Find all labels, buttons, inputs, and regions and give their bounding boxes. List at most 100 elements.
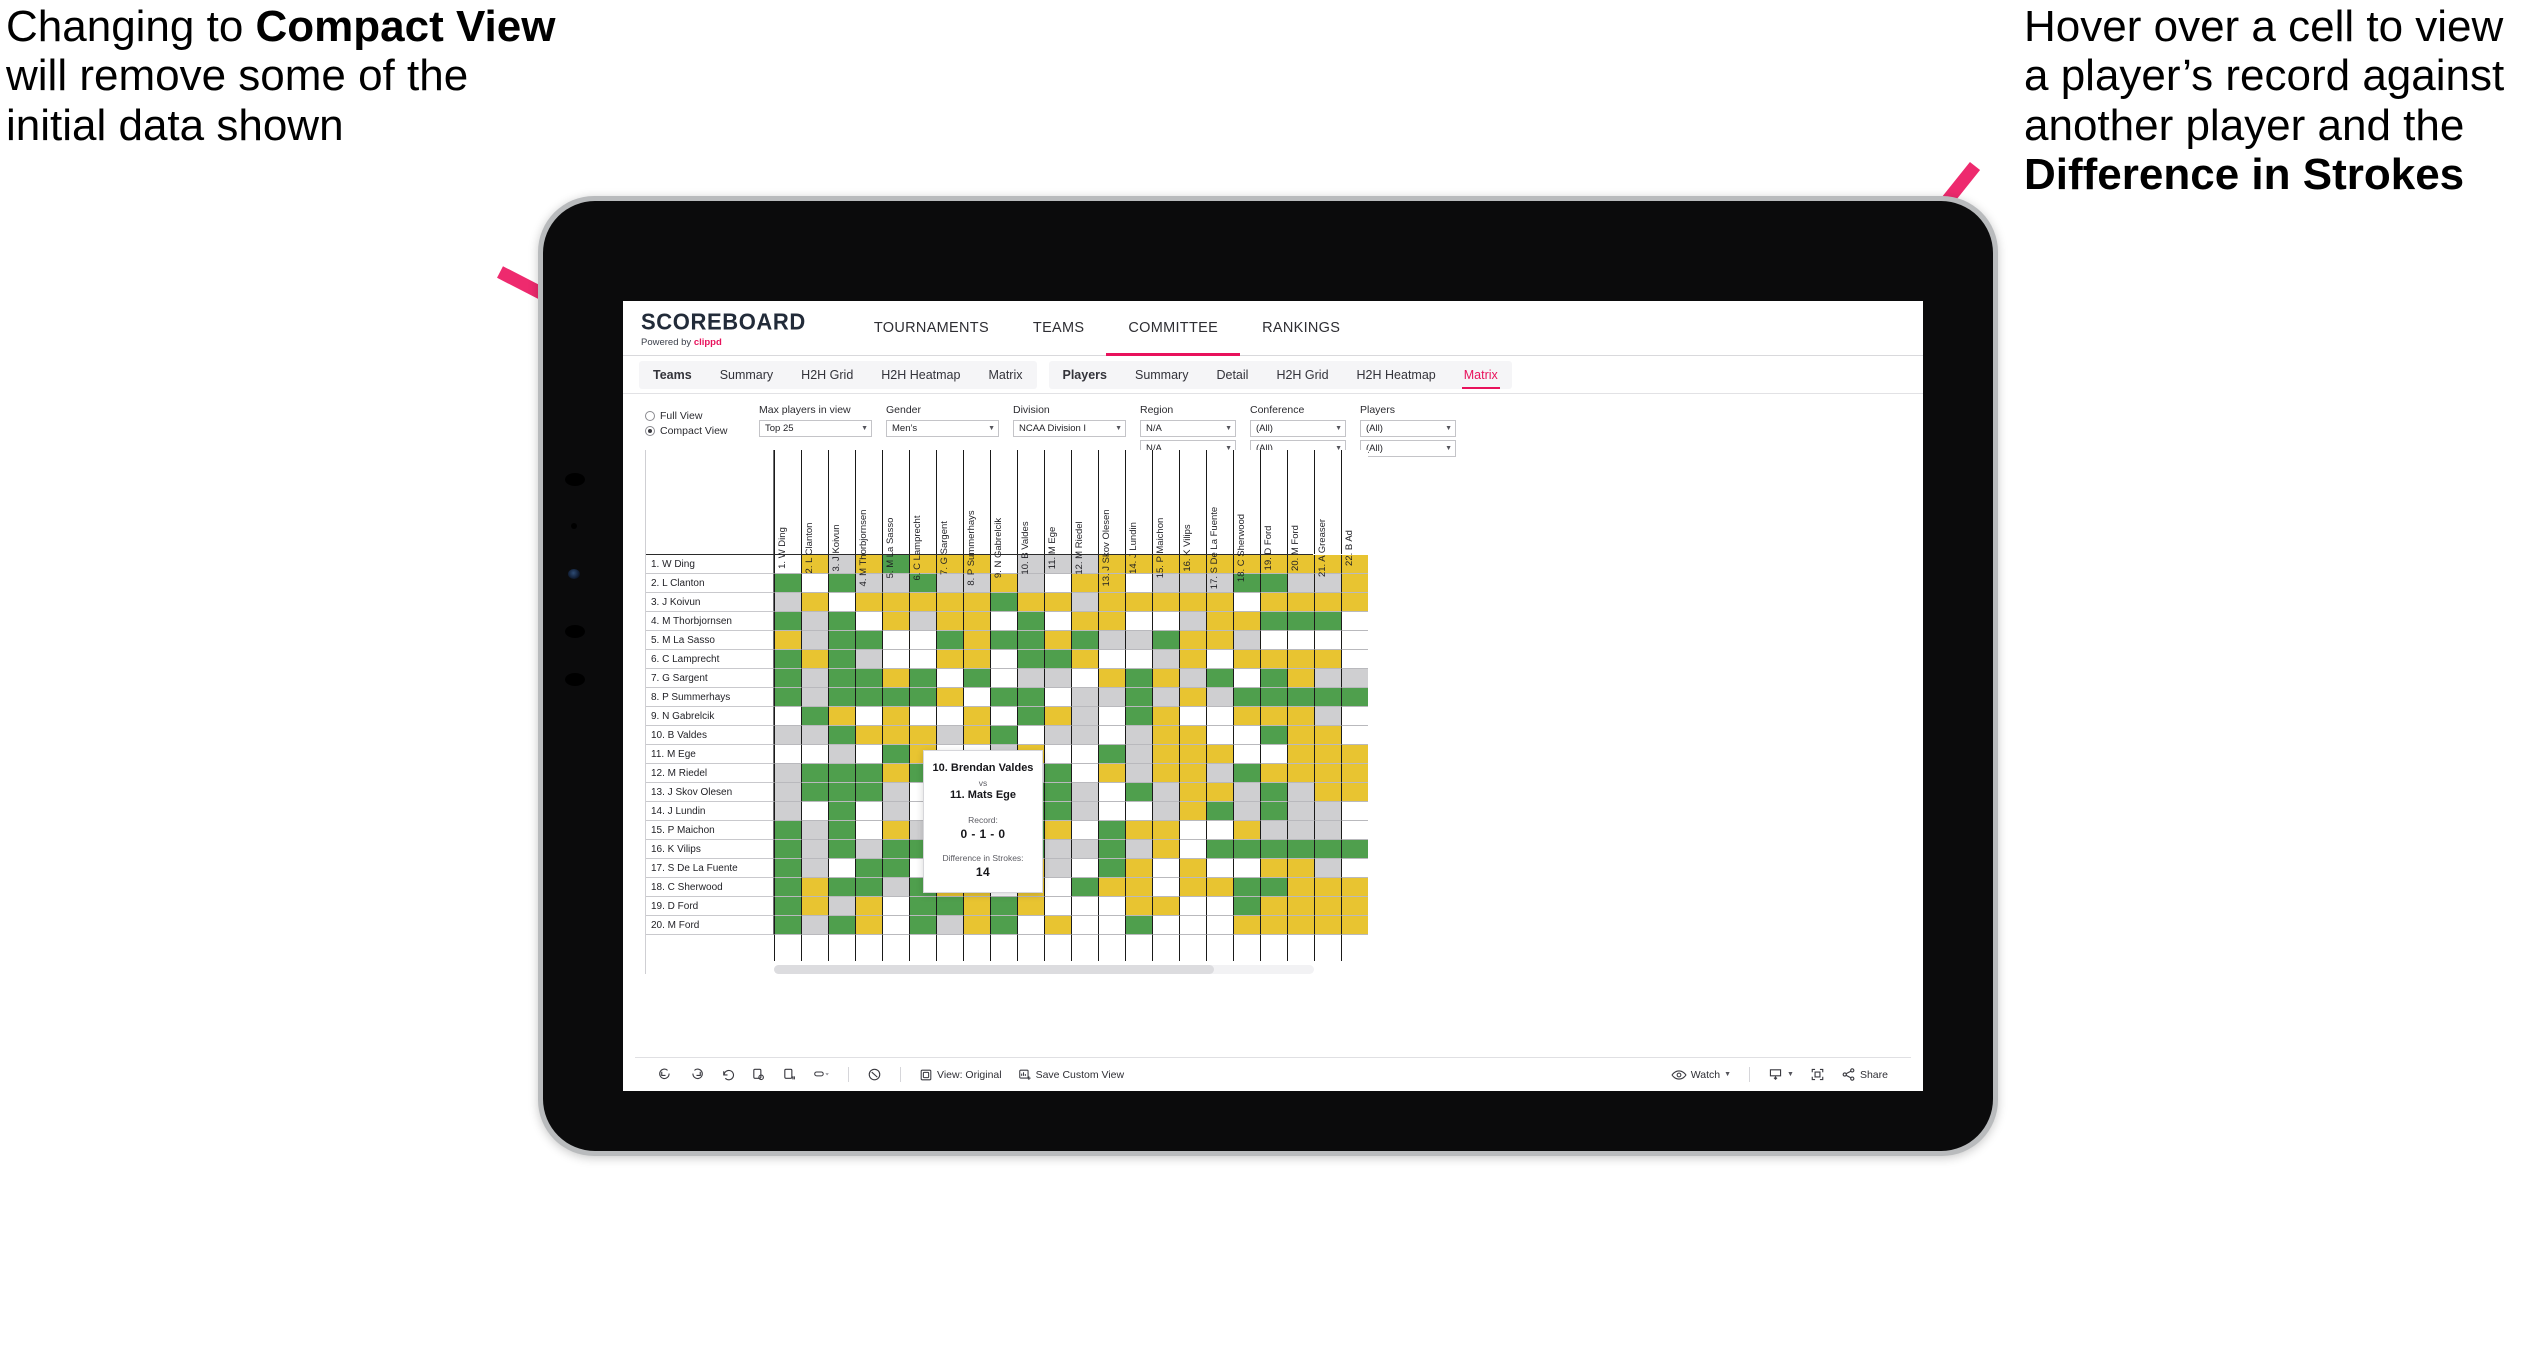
matrix-column-header[interactable]: 7. G Sargent xyxy=(936,450,963,575)
matrix-cell[interactable] xyxy=(1206,802,1233,821)
matrix-cell[interactable] xyxy=(1071,840,1098,859)
subnav-item-players-summary[interactable]: Summary xyxy=(1121,361,1202,389)
matrix-column-header[interactable]: 13. J Skov Olesen xyxy=(1098,450,1125,587)
matrix-cell[interactable] xyxy=(801,688,828,707)
matrix-cell[interactable] xyxy=(801,916,828,935)
matrix-cell[interactable] xyxy=(801,840,828,859)
conference-dropdown-1[interactable]: (All) ▼ xyxy=(1250,420,1346,437)
matrix-cell[interactable] xyxy=(990,631,1017,650)
matrix-cell[interactable] xyxy=(909,612,936,631)
matrix-cell[interactable] xyxy=(882,612,909,631)
matrix-cell[interactable] xyxy=(1098,783,1125,802)
matrix-cell[interactable] xyxy=(1044,840,1071,859)
matrix-cell[interactable] xyxy=(774,650,801,669)
topnav-item-tournaments[interactable]: TOURNAMENTS xyxy=(852,301,1011,355)
highlight-button[interactable] xyxy=(806,1063,837,1087)
matrix-cell[interactable] xyxy=(828,593,855,612)
matrix-cell[interactable] xyxy=(990,726,1017,745)
matrix-cell[interactable] xyxy=(1098,593,1125,612)
matrix-cell[interactable] xyxy=(1125,878,1152,897)
matrix-cell[interactable] xyxy=(1260,688,1287,707)
matrix-cell[interactable] xyxy=(1044,764,1071,783)
matrix-cell[interactable] xyxy=(909,669,936,688)
undo-button[interactable] xyxy=(651,1063,680,1087)
matrix-cell[interactable] xyxy=(990,612,1017,631)
matrix-cell[interactable] xyxy=(1044,593,1071,612)
matrix-cell[interactable] xyxy=(828,688,855,707)
matrix-cell[interactable] xyxy=(1287,783,1314,802)
watch-button[interactable]: Watch ▼ xyxy=(1664,1063,1738,1087)
matrix-cell[interactable] xyxy=(1044,612,1071,631)
matrix-row-label[interactable]: 16. K Vilips xyxy=(646,840,774,859)
matrix-cell[interactable] xyxy=(882,726,909,745)
matrix-cell[interactable] xyxy=(1044,859,1071,878)
matrix-row-label[interactable]: 20. M Ford xyxy=(646,916,774,935)
matrix-cell[interactable] xyxy=(855,650,882,669)
matrix-cell[interactable] xyxy=(1206,916,1233,935)
matrix-column-header[interactable]: 18. C Sherwood xyxy=(1233,450,1260,582)
matrix-cell[interactable] xyxy=(1341,688,1368,707)
matrix-cell[interactable] xyxy=(1233,802,1260,821)
matrix-cell[interactable] xyxy=(828,821,855,840)
matrix-cell[interactable] xyxy=(1179,802,1206,821)
matrix-cell[interactable] xyxy=(1179,859,1206,878)
matrix-cell[interactable] xyxy=(1206,859,1233,878)
matrix-row-label[interactable]: 3. J Koivun xyxy=(646,593,774,612)
matrix-cell[interactable] xyxy=(1152,821,1179,840)
matrix-cell[interactable] xyxy=(1125,745,1152,764)
matrix-column-header[interactable]: 5. M La Sasso xyxy=(882,450,909,578)
matrix-cell[interactable] xyxy=(1098,916,1125,935)
matrix-cell[interactable] xyxy=(909,650,936,669)
matrix-cell[interactable] xyxy=(963,650,990,669)
matrix-cell[interactable] xyxy=(1152,916,1179,935)
matrix-cell[interactable] xyxy=(909,726,936,745)
matrix-cell[interactable] xyxy=(1152,897,1179,916)
matrix-cell[interactable] xyxy=(1341,859,1368,878)
matrix-cell[interactable] xyxy=(1314,745,1341,764)
matrix-cell[interactable] xyxy=(1260,764,1287,783)
matrix-cell[interactable] xyxy=(1179,783,1206,802)
matrix-cell[interactable] xyxy=(1179,878,1206,897)
matrix-cell[interactable] xyxy=(1206,821,1233,840)
matrix-cell[interactable] xyxy=(1314,669,1341,688)
matrix-cell[interactable] xyxy=(1152,707,1179,726)
matrix-cell[interactable] xyxy=(1314,840,1341,859)
matrix-row-label[interactable]: 2. L Clanton xyxy=(646,574,774,593)
matrix-cell[interactable] xyxy=(1098,726,1125,745)
matrix-column-header[interactable]: 16. K Vilips xyxy=(1179,450,1206,572)
matrix-cell[interactable] xyxy=(882,878,909,897)
matrix-cell[interactable] xyxy=(1044,669,1071,688)
matrix-row-label[interactable]: 8. P Summerhays xyxy=(646,688,774,707)
matrix-cell[interactable] xyxy=(1260,840,1287,859)
matrix-cell[interactable] xyxy=(1287,593,1314,612)
matrix-cell[interactable] xyxy=(1287,631,1314,650)
matrix-cell[interactable] xyxy=(909,688,936,707)
matrix-cell[interactable] xyxy=(1287,878,1314,897)
matrix-column-header[interactable]: 22. B Ad xyxy=(1341,450,1368,566)
matrix-cell[interactable] xyxy=(882,669,909,688)
matrix-cell[interactable] xyxy=(1287,726,1314,745)
matrix-cell[interactable] xyxy=(855,745,882,764)
matrix-cell[interactable] xyxy=(1287,745,1314,764)
matrix-cell[interactable] xyxy=(963,916,990,935)
matrix-cell[interactable] xyxy=(909,916,936,935)
help-button[interactable] xyxy=(860,1063,889,1087)
matrix-cell[interactable] xyxy=(1125,802,1152,821)
matrix-cell[interactable] xyxy=(882,707,909,726)
matrix-cell[interactable] xyxy=(1233,916,1260,935)
matrix-cell[interactable] xyxy=(1071,650,1098,669)
matrix-cell[interactable] xyxy=(828,631,855,650)
matrix-cell[interactable] xyxy=(1152,859,1179,878)
matrix-cell[interactable] xyxy=(1179,897,1206,916)
matrix-cell[interactable] xyxy=(828,650,855,669)
matrix-cell[interactable] xyxy=(774,574,801,593)
matrix-cell[interactable] xyxy=(1098,802,1125,821)
matrix-cell[interactable] xyxy=(1098,612,1125,631)
matrix-cell[interactable] xyxy=(1152,650,1179,669)
matrix-cell[interactable] xyxy=(1125,574,1152,593)
matrix-cell[interactable] xyxy=(774,593,801,612)
matrix-cell[interactable] xyxy=(1287,916,1314,935)
matrix-cell[interactable] xyxy=(1314,859,1341,878)
matrix-cell[interactable] xyxy=(1017,726,1044,745)
matrix-cell[interactable] xyxy=(774,707,801,726)
